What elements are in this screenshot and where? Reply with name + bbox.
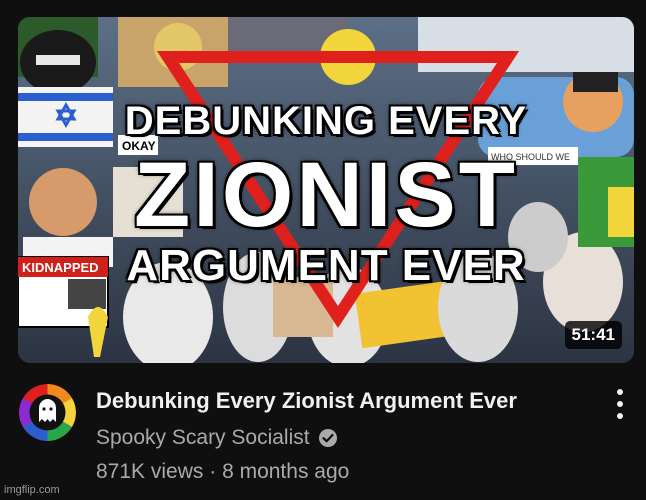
video-meta: 871K views · 8 months ago	[96, 460, 349, 484]
more-vertical-icon-dot	[617, 413, 623, 419]
watermark: imgflip.com	[4, 484, 60, 496]
meta-separator: ·	[209, 460, 223, 483]
channel-avatar[interactable]	[19, 384, 76, 441]
ghost-avatar-icon	[19, 384, 76, 441]
duration-badge: 51:41	[564, 321, 622, 349]
thumbnail-headline-line1: DEBUNKING EVERY	[124, 99, 528, 143]
thumbnail-headline-line2: ZIONIST	[134, 144, 518, 246]
channel-name[interactable]: Spooky Scary Socialist	[96, 426, 310, 450]
video-thumbnail[interactable]: KIDNAPPED WHO SHOULD WE OKAY DEBUNKING E…	[18, 17, 634, 363]
video-title[interactable]: Debunking Every Zionist Argument Ever	[96, 388, 517, 414]
thumbnail-headline-line3: ARGUMENT EVER	[126, 241, 526, 290]
channel-row: Spooky Scary Socialist	[96, 426, 338, 450]
more-vertical-icon-dot	[617, 389, 623, 395]
view-count: 871K views	[96, 460, 204, 483]
verified-check-icon	[318, 429, 337, 447]
more-vertical-icon-dot	[617, 401, 623, 407]
upload-age: 8 months ago	[222, 460, 350, 483]
more-options-button[interactable]	[608, 386, 632, 422]
